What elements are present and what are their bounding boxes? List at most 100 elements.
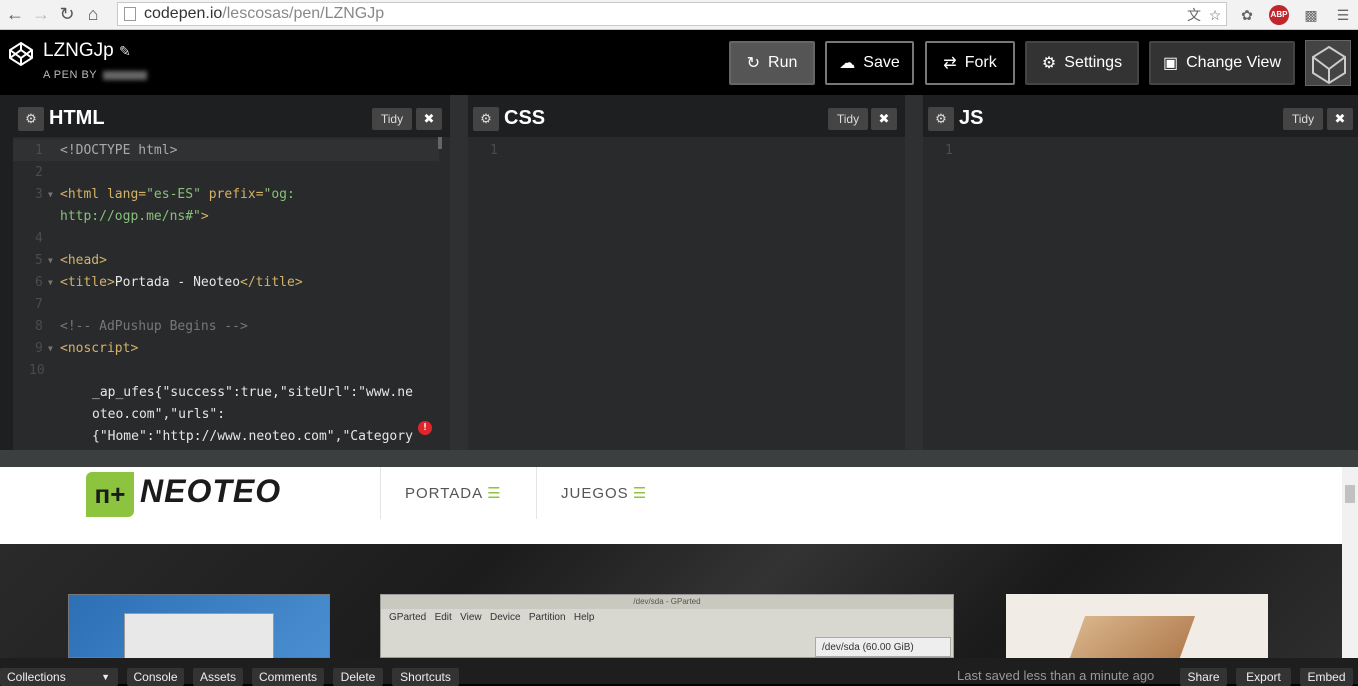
extension-icon-2[interactable]: ▩ <box>1300 4 1322 26</box>
js-code-editor[interactable]: 1 <box>923 137 1358 450</box>
embed-button[interactable]: Embed <box>1300 668 1353 686</box>
author-name-blurred[interactable] <box>103 70 148 80</box>
codepen-logo-icon[interactable] <box>8 41 34 67</box>
css-editor-pane: ⚙ CSS Tidy ✖ 1 <box>468 95 905 450</box>
neoteo-logo-mark[interactable]: п+ <box>86 472 134 517</box>
article-thumbnail[interactable] <box>68 594 330 658</box>
nav-separator <box>380 467 381 519</box>
line-number: 1 <box>490 143 498 158</box>
browser-toolbar: ← → ↻ ⌂ codepen.io/lescosas/pen/LZNGJp 文… <box>0 0 1358 30</box>
export-button[interactable]: Export <box>1236 668 1291 686</box>
line-number: 2 <box>35 165 43 180</box>
html-code-editor[interactable]: 1 <!DOCTYPE html> 2 3 ▼ <html lang="es-E… <box>13 137 450 450</box>
view-icon: ▣ <box>1162 55 1179 72</box>
fold-arrow-icon[interactable]: ▼ <box>48 278 53 287</box>
assets-button[interactable]: Assets <box>193 668 243 686</box>
preview-scrollbar[interactable] <box>1342 467 1358 658</box>
address-bar[interactable]: codepen.io/lescosas/pen/LZNGJp <box>117 2 1227 26</box>
abp-badge: ABP <box>1269 5 1289 25</box>
html-editor-pane: ⚙ HTML Tidy ✖ 1 <!DOCTYPE html> 2 3 ▼ <h… <box>13 95 450 450</box>
line-number: 10 <box>29 363 45 378</box>
scrollbar-thumb[interactable] <box>1345 485 1355 503</box>
html-tidy-button[interactable]: Tidy <box>372 108 412 130</box>
nav-link-portada[interactable]: PORTADA ☰ <box>405 484 502 502</box>
menu-icon[interactable]: ☰ <box>1332 4 1354 26</box>
js-close-icon[interactable]: ✖ <box>1327 108 1353 130</box>
codepen-header: LZNGJp ✎ A PEN BY ↻ Run ☁ Save ⇄ Fork ⚙ Sett… <box>0 31 1358 95</box>
extension-icon[interactable]: ✿ <box>1236 4 1258 26</box>
usb-drive-image <box>1066 616 1196 658</box>
save-button[interactable]: ☁ Save <box>825 41 914 85</box>
comments-button[interactable]: Comments <box>252 668 324 686</box>
fold-arrow-icon[interactable]: ▼ <box>48 256 53 265</box>
editor-area: ⚙ HTML Tidy ✖ 1 <!DOCTYPE html> 2 3 ▼ <h… <box>0 95 1358 467</box>
adblock-icon[interactable]: ABP <box>1268 4 1290 26</box>
settings-button[interactable]: ⚙ Settings <box>1025 41 1139 85</box>
editor-scrollbar-thumb[interactable] <box>438 137 442 149</box>
code-line: <title>Portada - Neoteo</title> <box>60 275 303 290</box>
neoteo-navbar: п+ NEOTEO PORTADA ☰ JUEGOS ☰ <box>0 467 1342 544</box>
last-saved-status: Last saved less than a minute ago <box>957 668 1155 683</box>
reload-icon[interactable]: ↻ <box>56 4 78 26</box>
js-editor-pane: ⚙ JS Tidy ✖ 1 <box>923 95 1358 450</box>
fold-arrow-icon[interactable]: ▼ <box>48 344 53 353</box>
js-editor-header: ⚙ JS Tidy ✖ <box>923 103 1358 135</box>
back-arrow-icon[interactable]: ← <box>4 4 26 26</box>
error-icon[interactable]: ! <box>418 421 432 435</box>
forward-arrow-icon[interactable]: → <box>30 4 52 26</box>
nav-separator <box>536 467 537 519</box>
line-number: 4 <box>35 231 43 246</box>
url-host: codepen.io <box>144 5 223 22</box>
html-settings-gear-icon[interactable]: ⚙ <box>18 107 44 131</box>
article-thumbnail-gparted[interactable]: /dev/sda - GParted GParted Edit View Dev… <box>380 594 954 658</box>
codepen-footer: Collections ▼ Console Assets Comments Del… <box>0 658 1358 686</box>
shortcuts-button[interactable]: Shortcuts <box>392 668 459 686</box>
line-number: 8 <box>35 319 43 334</box>
article-thumbnail[interactable] <box>1006 594 1268 658</box>
html-close-icon[interactable]: ✖ <box>416 108 442 130</box>
delete-button[interactable]: Delete <box>333 668 383 686</box>
cloud-icon: ☁ <box>839 55 856 72</box>
run-button[interactable]: ↻ Run <box>729 41 815 85</box>
code-line: <noscript> <box>60 341 139 356</box>
fold-arrow-icon[interactable]: ▼ <box>48 190 53 199</box>
editor-resize-bar[interactable] <box>0 450 1358 467</box>
user-avatar[interactable] <box>1305 40 1351 86</box>
gear-icon: ⚙ <box>1041 55 1057 72</box>
gparted-titlebar: /dev/sda - GParted <box>381 595 953 609</box>
code-line: oteo.com","urls": <box>92 407 226 422</box>
console-button[interactable]: Console <box>127 668 184 686</box>
code-line: <!-- AdPushup Begins --> <box>60 319 248 334</box>
css-code-editor[interactable]: 1 <box>468 137 905 450</box>
pen-title[interactable]: LZNGJp <box>43 40 114 62</box>
share-button[interactable]: Share <box>1180 668 1227 686</box>
css-editor-header: ⚙ CSS Tidy ✖ <box>468 103 905 135</box>
star-icon[interactable]: ☆ <box>1204 4 1226 26</box>
collections-dropdown[interactable]: Collections ▼ <box>0 668 118 686</box>
pane-divider[interactable] <box>905 95 923 450</box>
pencil-icon[interactable]: ✎ <box>119 43 131 60</box>
css-tidy-button[interactable]: Tidy <box>828 108 868 130</box>
change-view-button[interactable]: ▣ Change View <box>1149 41 1295 85</box>
translate-icon[interactable]: 文 <box>1183 4 1205 26</box>
css-editor-title: CSS <box>504 107 546 129</box>
pane-divider[interactable] <box>450 95 468 450</box>
html-editor-header: ⚙ HTML Tidy ✖ <box>13 103 450 135</box>
chevron-down-icon: ▼ <box>101 672 110 682</box>
menu-icon: ☰ <box>632 485 648 502</box>
js-settings-gear-icon[interactable]: ⚙ <box>928 107 954 131</box>
js-tidy-button[interactable]: Tidy <box>1283 108 1323 130</box>
preview-frame[interactable]: п+ NEOTEO PORTADA ☰ JUEGOS ☰ /dev/sda - GP… <box>0 467 1342 658</box>
code-line: <!DOCTYPE html> <box>60 143 178 158</box>
fork-button[interactable]: ⇄ Fork <box>925 41 1015 85</box>
code-line: <html lang="es-ES" prefix="og: <box>60 187 295 202</box>
home-icon[interactable]: ⌂ <box>82 4 104 26</box>
css-close-icon[interactable]: ✖ <box>871 108 897 130</box>
neoteo-logo-text[interactable]: NEOTEO <box>140 473 281 510</box>
menu-icon: ☰ <box>487 485 502 502</box>
css-settings-gear-icon[interactable]: ⚙ <box>473 107 499 131</box>
nav-link-juegos[interactable]: JUEGOS ☰ <box>561 484 647 502</box>
avatar-image <box>1312 45 1346 85</box>
page-icon <box>124 7 136 21</box>
gparted-menu: GParted Edit View Device Partition Help <box>389 612 595 623</box>
